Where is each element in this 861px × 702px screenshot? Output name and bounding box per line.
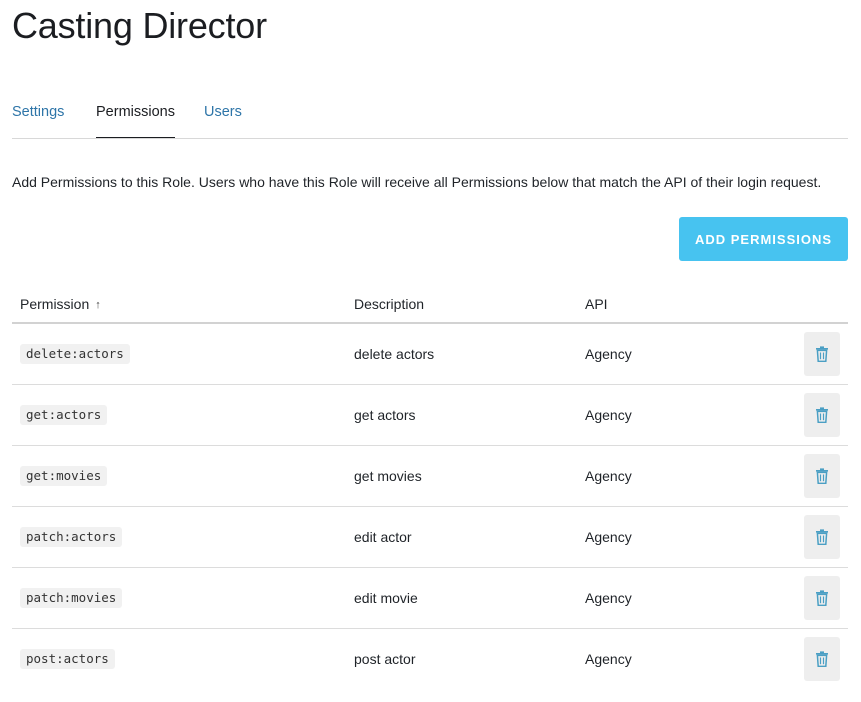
permission-name: patch:movies — [20, 588, 123, 608]
permission-api: Agency — [585, 468, 632, 484]
permission-description: get actors — [354, 407, 416, 423]
intro-text: Add Permissions to this Role. Users who … — [12, 174, 822, 190]
permission-description: delete actors — [354, 346, 435, 362]
trash-icon — [815, 346, 829, 362]
add-permissions-button[interactable]: ADD PERMISSIONS — [679, 217, 848, 261]
table-row: patch:movies edit movie Agency — [12, 568, 848, 629]
trash-icon — [815, 407, 829, 423]
table-header: Permission ↑ Description API — [12, 285, 848, 324]
tab-settings[interactable]: Settings — [12, 104, 64, 138]
trash-icon — [815, 468, 829, 484]
table-row: patch:actors edit actor Agency — [12, 507, 848, 568]
sort-ascending-icon: ↑ — [95, 299, 101, 311]
permission-api: Agency — [585, 651, 632, 667]
trash-icon — [815, 529, 829, 545]
table-row: get:movies get movies Agency — [12, 446, 848, 507]
delete-permission-button[interactable] — [804, 576, 840, 620]
column-header-permission-label: Permission — [20, 296, 90, 312]
trash-icon — [815, 651, 829, 667]
delete-permission-button[interactable] — [804, 515, 840, 559]
permission-api: Agency — [585, 346, 632, 362]
tab-bar: Settings Permissions Users — [12, 94, 848, 139]
delete-permission-button[interactable] — [804, 332, 840, 376]
tab-permissions[interactable]: Permissions — [96, 104, 175, 138]
column-header-description: Description — [354, 296, 425, 312]
permission-description: post actor — [354, 651, 416, 667]
delete-permission-button[interactable] — [804, 454, 840, 498]
permissions-table: Permission ↑ Description API delete:actor… — [12, 285, 848, 690]
permission-name: post:actors — [20, 649, 115, 669]
permission-name: get:movies — [20, 466, 108, 486]
column-header-permission[interactable]: Permission ↑ — [20, 296, 101, 312]
permission-description: edit actor — [354, 529, 412, 545]
permission-name: patch:actors — [20, 527, 123, 547]
permission-name: get:actors — [20, 405, 108, 425]
permission-api: Agency — [585, 590, 632, 606]
delete-permission-button[interactable] — [804, 393, 840, 437]
permission-description: get movies — [354, 468, 422, 484]
table-row: delete:actors delete actors Agency — [12, 324, 848, 385]
page-title: Casting Director — [12, 5, 267, 46]
permission-description: edit movie — [354, 590, 418, 606]
column-header-api: API — [585, 296, 608, 312]
table-row: get:actors get actors Agency — [12, 385, 848, 446]
permission-api: Agency — [585, 407, 632, 423]
table-row: post:actors post actor Agency — [12, 629, 848, 690]
delete-permission-button[interactable] — [804, 637, 840, 681]
tab-users[interactable]: Users — [204, 104, 242, 138]
permission-api: Agency — [585, 529, 632, 545]
trash-icon — [815, 590, 829, 606]
permission-name: delete:actors — [20, 344, 130, 364]
